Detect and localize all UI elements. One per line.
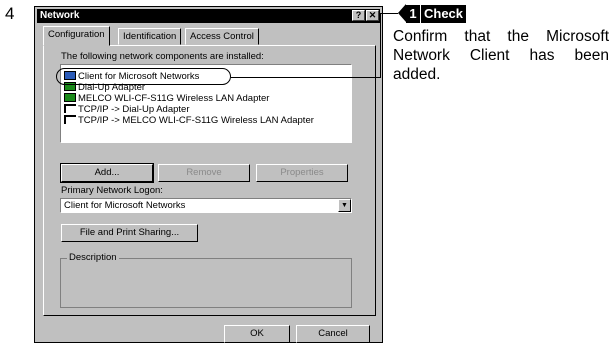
callout-line [380,13,398,14]
cancel-button[interactable]: Cancel [296,325,370,343]
close-button[interactable]: ✕ [366,10,379,21]
tab-configuration[interactable]: Configuration [43,26,110,46]
components-label: The following network components are ins… [61,51,264,62]
protocol-icon [64,115,76,124]
tab-access-control[interactable]: Access Control [185,28,259,45]
add-button[interactable]: Add... [60,163,154,183]
remove-button[interactable]: Remove [158,164,250,182]
tab-identification[interactable]: Identification [118,28,182,45]
callout-line [380,13,381,78]
check-description: Confirm that the Microsoft Network Clien… [393,28,609,83]
check-badge: 1 Check [406,4,467,23]
adapter-icon [64,93,76,102]
check-number: 1 [406,4,420,23]
list-item[interactable]: MELCO WLI-CF-S11G Wireless LAN Adapter [64,93,269,104]
description-group: Description [60,252,352,308]
callout-line [231,77,380,78]
check-arrow-icon [398,4,406,22]
properties-button[interactable]: Properties [256,164,348,182]
chevron-down-icon[interactable]: ▼ [338,199,351,212]
file-print-sharing-button[interactable]: File and Print Sharing... [61,224,198,242]
check-label: Check [421,4,467,23]
list-item[interactable]: TCP/IP -> Dial-Up Adapter [64,104,190,115]
protocol-icon [64,104,76,113]
primary-logon-label: Primary Network Logon: [61,185,163,196]
primary-logon-select[interactable]: Client for Microsoft Networks ▼ [60,198,352,213]
ok-button[interactable]: OK [224,325,290,343]
description-label: Description [67,252,119,263]
highlight-ellipse [56,68,231,85]
help-button[interactable]: ? [352,10,365,21]
primary-logon-value: Client for Microsoft Networks [64,200,186,211]
window-title: Network [40,10,80,21]
list-item[interactable]: TCP/IP -> MELCO WLI-CF-S11G Wireless LAN… [64,115,314,126]
step-number: 4 [5,4,15,23]
title-bar: Network ? ✕ [37,9,380,23]
